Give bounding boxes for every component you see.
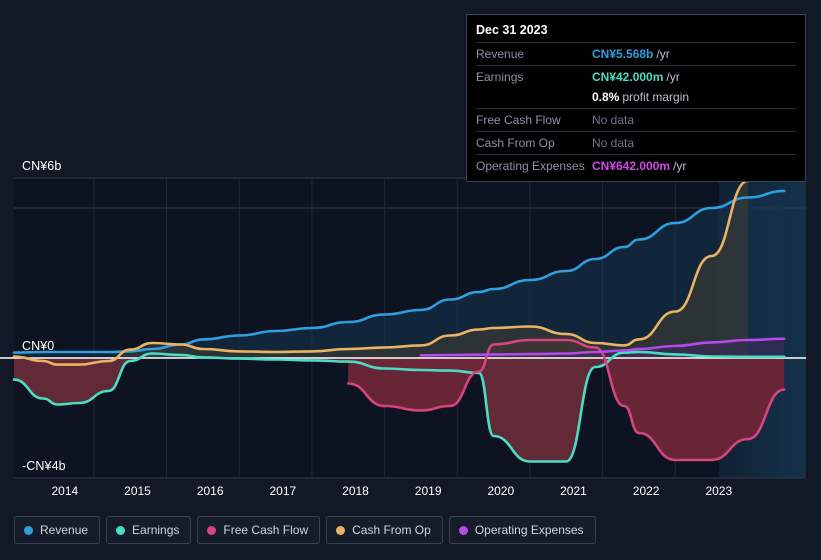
x-axis-tick-2017: 2017: [269, 484, 297, 498]
legend-item-earnings[interactable]: Earnings: [106, 516, 192, 544]
x-axis-tick-2015: 2015: [124, 484, 151, 498]
tooltip-row-value-wrap: CN¥5.568b/yr: [592, 45, 670, 63]
x-axis: 2014 2015 2016 2017 2018 2019 2020 2021 2022 2023: [0, 484, 821, 502]
tooltip-row-key: Free Cash Flow: [476, 113, 561, 127]
legend-item-free-cash-flow[interactable]: Free Cash Flow: [197, 516, 321, 544]
tooltip-row-key: Earnings: [476, 70, 524, 84]
legend-swatch-icon: [458, 525, 468, 535]
y-axis-label-top: CN¥6b: [22, 159, 62, 173]
financial-chart: CN¥6b CN¥0 -CN¥4b 2014 2015 2016 2017 2018 20…: [0, 0, 821, 560]
tooltip-row-key: Operating Expenses: [476, 159, 585, 173]
chart-legend: Revenue Earnings Free Cash Flow Cash From O…: [14, 516, 596, 544]
legend-item-label: Revenue: [40, 523, 89, 537]
legend-swatch-icon: [24, 525, 33, 535]
tooltip-row: Revenue CN¥5.568b/yr: [476, 42, 796, 65]
tooltip-row-value-wrap: CN¥42.000m/yr: [592, 68, 680, 86]
legend-item-cash-from-op[interactable]: Cash From Op: [326, 516, 443, 544]
y-axis-label-zero: CN¥0: [22, 339, 55, 353]
tooltip-row-value: No data: [592, 136, 635, 150]
legend-item-label: Cash From Op: [352, 523, 431, 537]
tooltip-profit-margin-value-wrap: 0.8% profit margin: [592, 88, 689, 106]
tooltip-row-unit: /yr: [673, 159, 687, 173]
x-axis-tick-2022: 2022: [632, 484, 660, 498]
legend-item-operating-expenses[interactable]: Operating Expenses: [448, 516, 596, 544]
tooltip-rows: Revenue CN¥5.568b/yr Earnings CN¥42.000m/yr…: [476, 42, 796, 177]
tooltip-row-key: Cash From Op: [476, 136, 555, 150]
tooltip-row-value-wrap: CN¥642.000m/yr: [592, 157, 686, 175]
x-axis-tick-2014: 2014: [51, 484, 79, 498]
x-axis-tick-2020: 2020: [487, 484, 515, 498]
x-axis-tick-2023: 2023: [705, 484, 733, 498]
tooltip-row-key: Revenue: [476, 47, 525, 61]
tooltip-row-value: CN¥42.000m: [592, 70, 664, 84]
tooltip-row-unit: /yr: [656, 47, 670, 61]
y-axis-label-bottom: -CN¥4b: [22, 459, 66, 473]
tooltip-row: Cash From Op No data: [476, 131, 796, 154]
legend-swatch-icon: [116, 525, 126, 535]
tooltip-profit-margin-value: 0.8%: [592, 90, 620, 104]
tooltip-row-value-wrap: No data: [592, 111, 634, 129]
legend-item-label: Operating Expenses: [474, 523, 584, 537]
tooltip-row: Free Cash Flow No data: [476, 108, 796, 131]
x-axis-tick-2019: 2019: [414, 484, 442, 498]
legend-item-label: Free Cash Flow: [223, 523, 309, 537]
x-axis-tick-2016: 2016: [196, 484, 224, 498]
tooltip-row-value-wrap: No data: [592, 134, 634, 152]
tooltip-row-unit: /yr: [666, 70, 680, 84]
tooltip-profit-margin-row: 0.8% profit margin: [476, 88, 796, 108]
legend-item-revenue[interactable]: Revenue: [14, 516, 101, 544]
legend-swatch-icon: [336, 525, 346, 535]
legend-swatch-icon: [207, 525, 217, 535]
legend-item-label: Earnings: [132, 523, 180, 537]
tooltip-date: Dec 31 2023: [476, 23, 548, 37]
tooltip-row-value: No data: [592, 113, 635, 127]
tooltip-row: Earnings CN¥42.000m/yr: [476, 65, 796, 88]
x-axis-tick-2018: 2018: [342, 484, 369, 498]
tooltip-row-value: CN¥642.000m: [592, 159, 671, 173]
chart-tooltip: Dec 31 2023 Revenue CN¥5.568b/yr Earnings C…: [466, 14, 806, 182]
tooltip-row: Operating Expenses CN¥642.000m/yr: [476, 154, 796, 177]
tooltip-profit-margin-label: profit margin: [622, 90, 690, 104]
x-axis-tick-2021: 2021: [560, 484, 587, 498]
tooltip-row-value: CN¥5.568b: [592, 47, 654, 61]
